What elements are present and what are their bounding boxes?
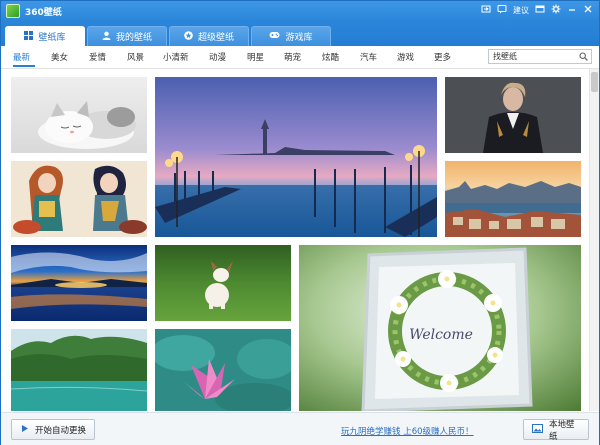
gamepad-icon <box>269 31 280 42</box>
category-games[interactable]: 游戏 <box>397 51 414 63</box>
wallpaper-dog-grass[interactable] <box>155 245 291 321</box>
category-stars[interactable]: 明星 <box>247 51 264 63</box>
settings-gear-icon[interactable] <box>551 4 561 17</box>
search-icon[interactable] <box>577 50 590 63</box>
tab-label: 超级壁纸 <box>197 33 234 43</box>
wallpaper-pink-lotus[interactable] <box>155 329 291 411</box>
skin-icon[interactable] <box>535 4 545 17</box>
main-tabs: 壁纸库 我的壁纸 超级壁纸 游戏库 <box>1 21 599 46</box>
category-pets[interactable]: 萌宠 <box>284 51 301 63</box>
wallpaper-grid: Welcome <box>1 69 589 411</box>
wallpaper-venice[interactable] <box>155 77 437 237</box>
grid-scrollbar[interactable] <box>589 69 599 411</box>
feedback-button[interactable]: 建议 <box>513 5 529 16</box>
search-input[interactable] <box>491 50 579 63</box>
category-more[interactable]: 更多 <box>434 51 451 63</box>
window-controls: 建议 <box>481 4 593 17</box>
promo-link[interactable]: 玩九阴绝学赚钱 上60级赚人民币！ <box>341 425 474 437</box>
start-auto-change-button[interactable]: 开始自动更换 <box>11 419 95 440</box>
tab-super-wallpapers[interactable]: 超级壁纸 <box>169 26 249 46</box>
tab-label: 我的壁纸 <box>115 33 152 43</box>
wallpaper-city-skyline[interactable] <box>445 161 581 237</box>
local-wallpaper-button[interactable]: 本地壁纸 <box>523 419 589 442</box>
feedback-icon[interactable] <box>497 4 507 17</box>
category-latest[interactable]: 最新 <box>13 51 30 63</box>
play-icon <box>20 424 29 436</box>
start-auto-change-label: 开始自动更换 <box>35 425 87 436</box>
category-cars[interactable]: 汽车 <box>360 51 377 63</box>
footer-bar: 开始自动更换 玩九阴绝学赚钱 上60级赚人民币！ 本地壁纸 <box>1 412 599 445</box>
tab-wallpaper-library[interactable]: 壁纸库 <box>5 26 85 46</box>
local-wallpaper-label: 本地壁纸 <box>549 419 575 442</box>
tab-label: 壁纸库 <box>38 33 66 43</box>
wallpaper-kitten[interactable] <box>11 77 147 153</box>
wallpaper-mountain-lake[interactable] <box>11 329 147 411</box>
category-nav: 最新 美女 爱情 风景 小清新 动漫 明星 萌宠 炫酷 汽车 游戏 更多 <box>1 46 599 69</box>
close-icon[interactable] <box>583 4 593 17</box>
app-window: 360壁纸 建议 壁纸库 我的壁纸 超级壁纸 游戏库 最新 美女 爱情 风景 小… <box>0 0 600 445</box>
tab-label: 游戏库 <box>285 33 313 43</box>
app-logo-icon <box>6 4 20 18</box>
category-fresh[interactable]: 小清新 <box>163 51 189 63</box>
category-cool[interactable]: 炫酷 <box>322 51 339 63</box>
minimize-icon[interactable] <box>567 4 577 17</box>
picture-icon <box>532 423 543 436</box>
category-scenery[interactable]: 风景 <box>127 51 144 63</box>
category-beauty[interactable]: 美女 <box>51 51 68 63</box>
search-box[interactable] <box>488 49 592 64</box>
wallpaper-anime-drummers[interactable] <box>11 161 147 237</box>
tab-my-wallpapers[interactable]: 我的壁纸 <box>87 26 167 46</box>
welcome-text: Welcome <box>409 327 473 343</box>
wallpaper-man-portrait[interactable] <box>445 77 581 153</box>
title-bar[interactable]: 360壁纸 建议 <box>1 1 599 21</box>
grid-icon <box>24 30 34 43</box>
active-category-underline <box>13 65 35 67</box>
category-love[interactable]: 爱情 <box>89 51 106 63</box>
tab-game-library[interactable]: 游戏库 <box>251 26 331 46</box>
user-icon <box>102 31 111 43</box>
wallpaper-welcome-wreath[interactable]: Welcome <box>299 245 581 411</box>
app-title: 360壁纸 <box>25 8 62 18</box>
share-icon[interactable] <box>481 4 491 17</box>
category-anime[interactable]: 动漫 <box>209 51 226 63</box>
wallpaper-sunset-lake[interactable] <box>11 245 147 321</box>
star-icon <box>184 30 193 43</box>
scrollbar-thumb[interactable] <box>591 72 598 92</box>
